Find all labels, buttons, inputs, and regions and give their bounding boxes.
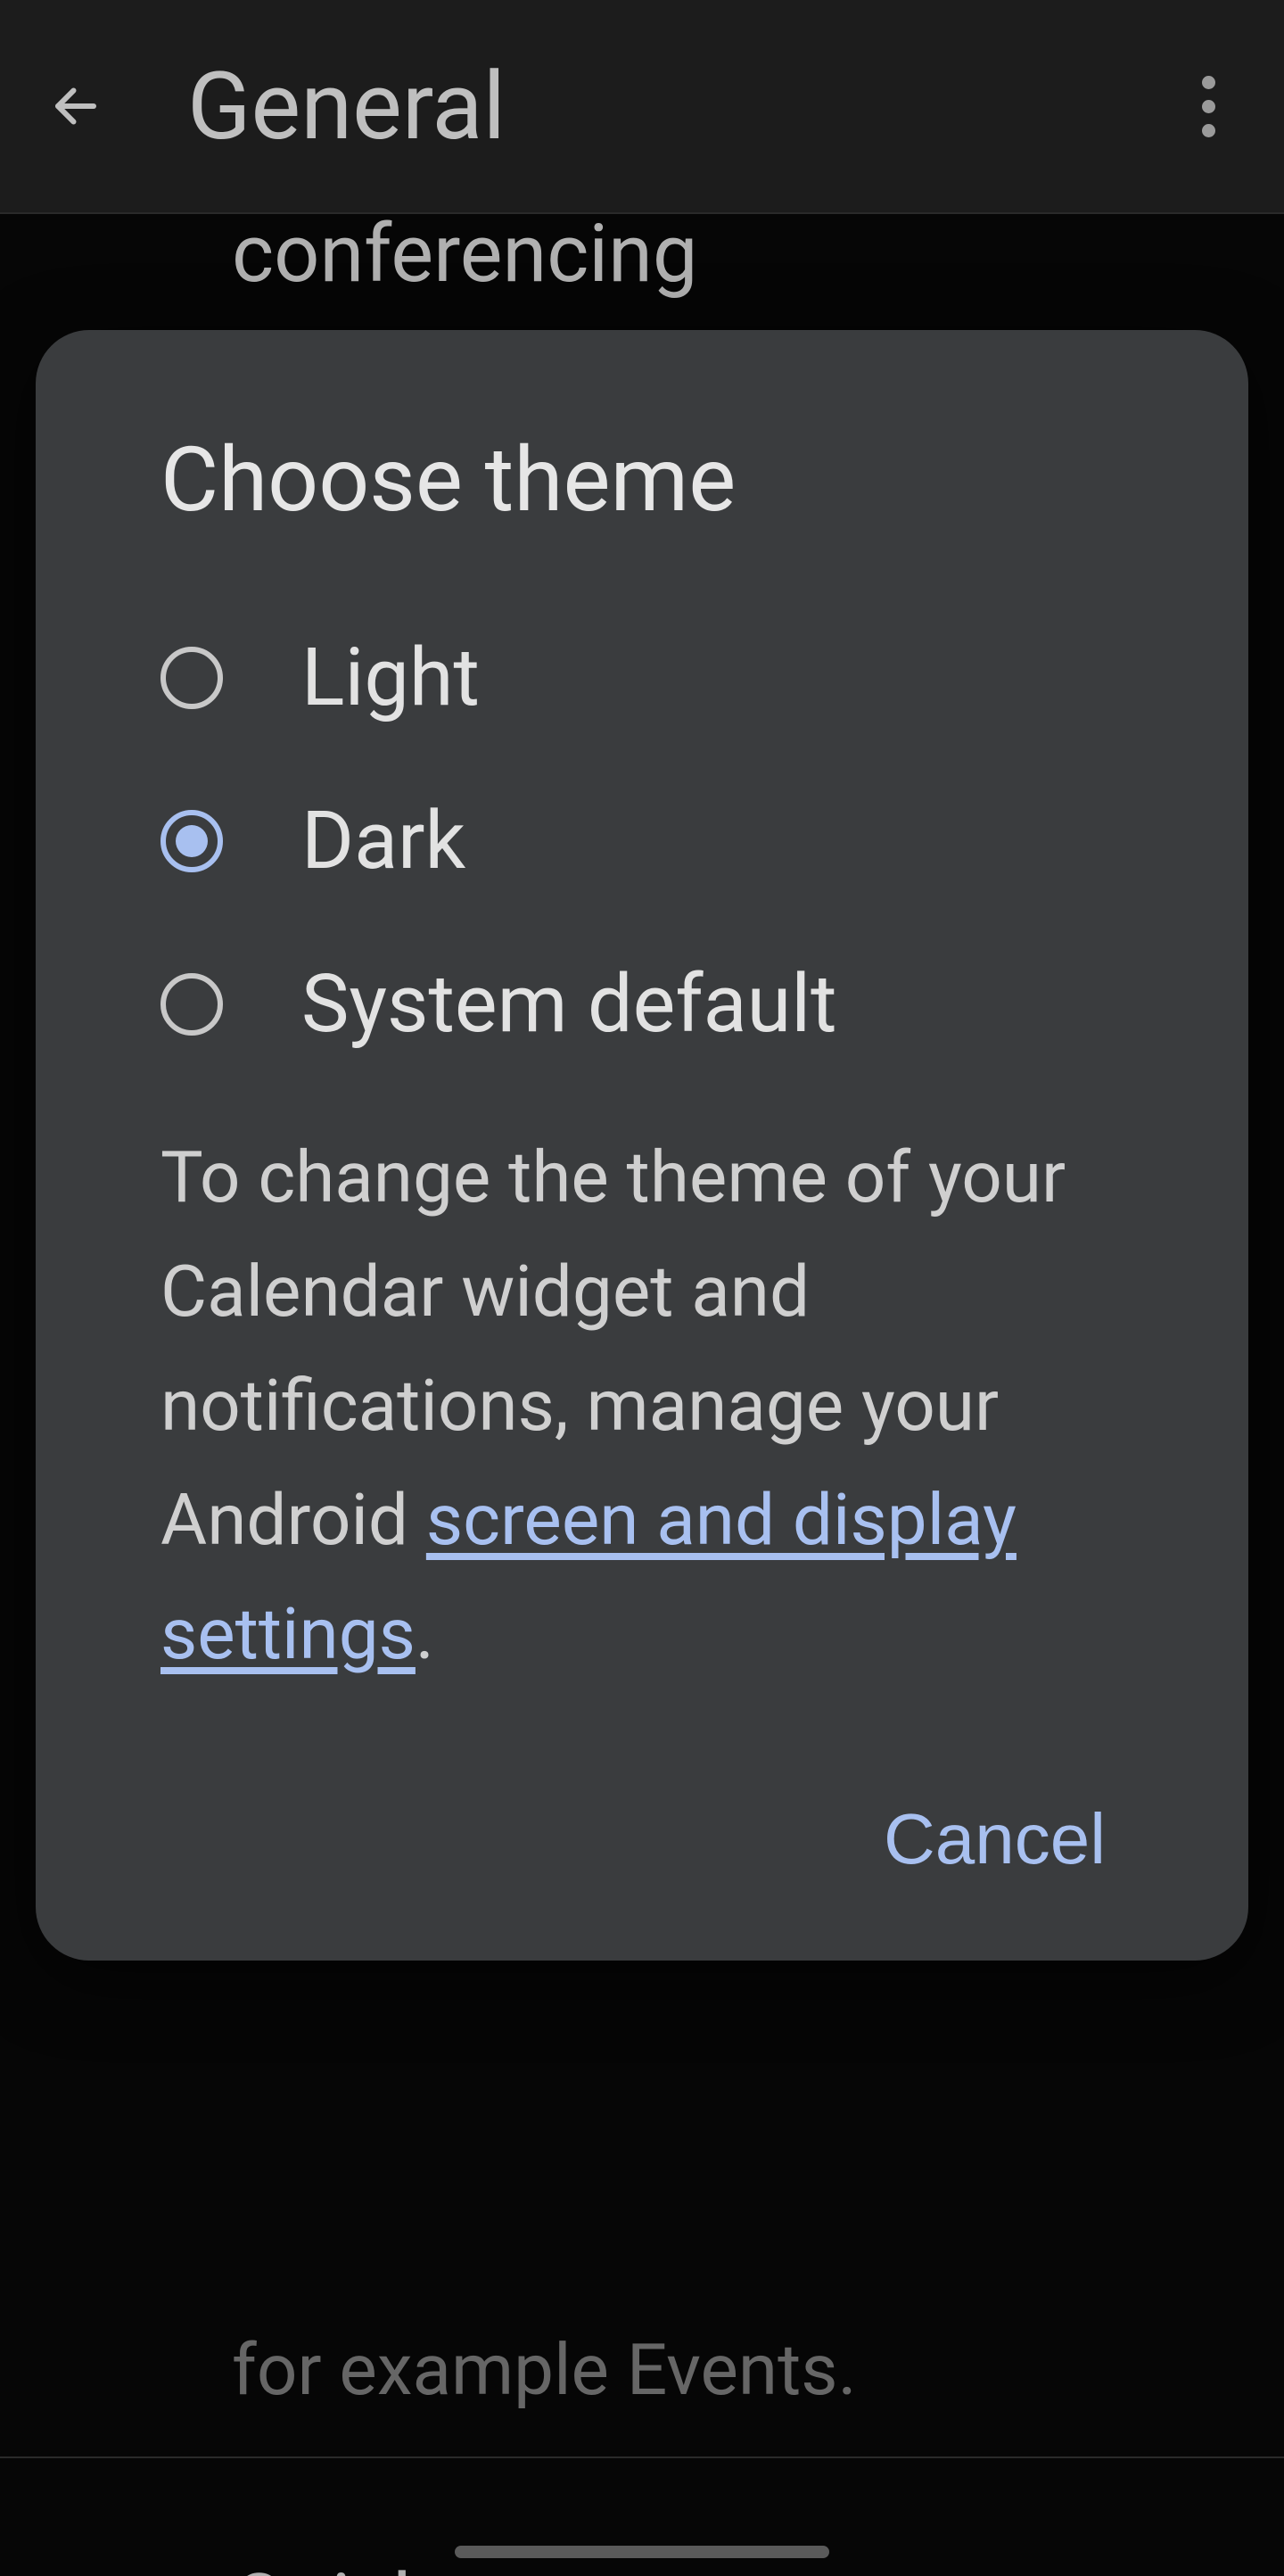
theme-option-dark[interactable]: Dark xyxy=(160,794,1124,888)
theme-option-system-default[interactable]: System default xyxy=(160,957,1124,1051)
radio-label: Light xyxy=(301,631,480,724)
overflow-menu-icon[interactable] xyxy=(1168,66,1248,146)
radio-label: System default xyxy=(301,957,837,1051)
settings-screen: General conferencing for example Events.… xyxy=(0,0,1284,2576)
choose-theme-dialog: Choose theme Light Dark System default T… xyxy=(36,330,1248,1961)
gesture-nav-bar[interactable] xyxy=(455,2546,829,2558)
radio-icon xyxy=(160,647,223,709)
dialog-title: Choose theme xyxy=(160,428,1124,533)
page-title: General xyxy=(187,52,1168,161)
theme-option-light[interactable]: Light xyxy=(160,631,1124,724)
appbar: General xyxy=(0,0,1284,214)
dialog-actions: Cancel xyxy=(160,1745,1124,1898)
cancel-button[interactable]: Cancel xyxy=(866,1780,1124,1898)
radio-icon-selected xyxy=(160,810,223,872)
dialog-description-post: . xyxy=(416,1592,434,1676)
dialog-description: To change the theme of your Calendar wid… xyxy=(160,1120,1124,1691)
radio-label: Dark xyxy=(301,794,465,888)
radio-icon xyxy=(160,973,223,1036)
back-icon[interactable] xyxy=(36,66,116,146)
